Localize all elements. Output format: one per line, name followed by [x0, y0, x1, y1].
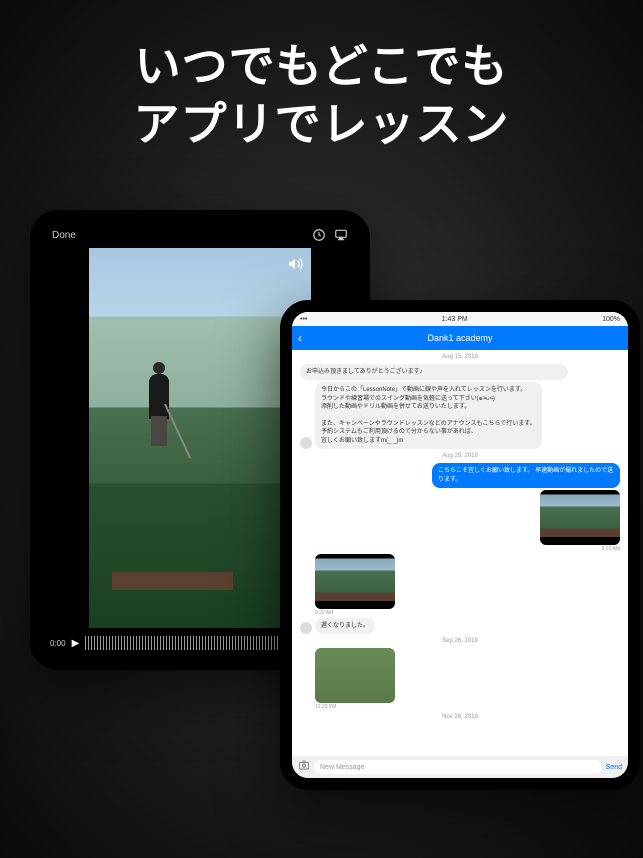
headline-line-1: いつでもどこでも	[0, 38, 643, 96]
date-separator: Aug 15, 2019	[292, 354, 628, 360]
status-battery: 100%	[602, 316, 620, 323]
play-button[interactable]: ▶	[72, 638, 80, 649]
date-separator: Nov 26, 2019	[292, 714, 628, 720]
chat-bubble: 遅くなりました。	[315, 618, 375, 634]
message-input[interactable]: New Message	[314, 760, 602, 774]
message-incoming: 遅くなりました。	[300, 618, 568, 634]
done-button[interactable]: Done	[52, 230, 76, 241]
video-thumbnail[interactable]	[315, 648, 395, 703]
video-topbar: Done	[42, 222, 358, 248]
golfer-figure	[129, 354, 189, 474]
chat-bubble: 今日からこの「LessonNote」で動画に線や声を入れてレッスンを行います。 …	[315, 382, 542, 449]
headline-line-2: アプリでレッスン	[0, 96, 643, 154]
message-incoming: お申込み頂きましてありがとうございます♪	[300, 364, 568, 380]
chat-header: ‹ Dank1 academy	[292, 326, 628, 350]
message-incoming-media: 12:23 PM	[300, 648, 568, 710]
message-incoming: 今日からこの「LessonNote」で動画に線や声を入れてレッスンを行います。 …	[300, 382, 568, 449]
video-thumbnail[interactable]	[540, 490, 620, 545]
timecode: 0:00	[50, 639, 66, 648]
message-time: 9:22 AM	[602, 546, 620, 552]
date-separator: Aug 25, 2019	[292, 453, 628, 459]
date-separator: Sep 26, 2019	[292, 638, 628, 644]
tee-box	[112, 572, 234, 590]
message-time: 12:23 PM	[315, 704, 395, 710]
avatar	[300, 437, 312, 449]
status-bar: ••• 1:43 PM 100%	[292, 312, 628, 326]
avatar	[300, 622, 312, 634]
chat-bubble: こちらこそ宜しくお願い致します。 早速動画が撮れましたので送ります。	[432, 463, 620, 488]
message-outgoing: こちらこそ宜しくお願い致します。 早速動画が撮れましたので送ります。	[432, 463, 620, 488]
clock-icon[interactable]	[312, 228, 326, 242]
message-incoming-media: 9:22 AM	[300, 554, 568, 616]
chat-message-list[interactable]: Aug 15, 2019 お申込み頂きましてありがとうございます♪ 今日からこの…	[292, 350, 628, 756]
tablet-chat: ••• 1:43 PM 100% ‹ Dank1 academy Aug 15,…	[280, 300, 640, 790]
message-outgoing-media: 9:22 AM	[432, 490, 620, 552]
chat-input-bar: New Message Send	[292, 756, 628, 778]
send-button[interactable]: Send	[606, 764, 622, 771]
back-button[interactable]: ‹	[298, 331, 302, 345]
message-time: 9:22 AM	[315, 610, 395, 616]
chat-bubble: お申込み頂きましてありがとうございます♪	[300, 364, 568, 380]
marketing-headline: いつでもどこでも アプリでレッスン	[0, 0, 643, 153]
tablet-mockups: Done	[30, 210, 610, 830]
status-carrier: •••	[300, 316, 307, 323]
input-placeholder: New Message	[320, 764, 364, 771]
status-time: 1:43 PM	[442, 316, 468, 323]
chat-screen: ••• 1:43 PM 100% ‹ Dank1 academy Aug 15,…	[292, 312, 628, 778]
camera-icon[interactable]	[298, 758, 310, 776]
airplay-icon[interactable]	[334, 228, 348, 242]
video-thumbnail[interactable]	[315, 554, 395, 609]
volume-icon[interactable]	[287, 256, 303, 275]
chat-title: Dank1 academy	[427, 333, 492, 343]
video-frame	[89, 248, 310, 628]
